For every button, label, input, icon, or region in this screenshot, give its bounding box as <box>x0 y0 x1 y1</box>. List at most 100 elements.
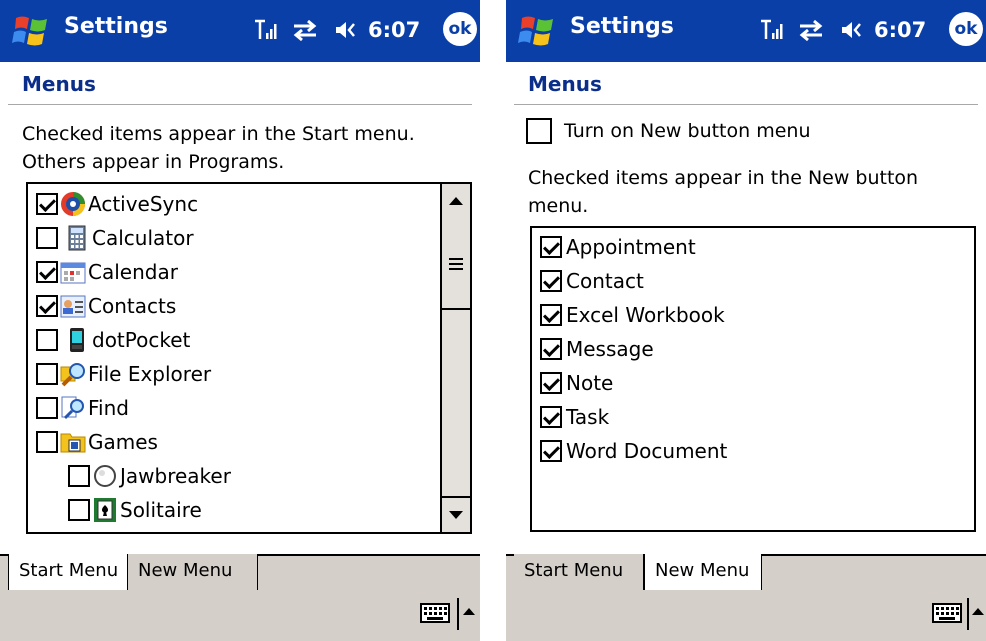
keyboard-icon[interactable] <box>420 602 450 624</box>
games-folder-icon <box>60 433 86 453</box>
menu-bar <box>0 590 480 641</box>
list-item[interactable]: File Explorer <box>36 358 211 390</box>
item-label: Excel Workbook <box>566 303 725 327</box>
list-item[interactable]: dotPocket <box>36 324 190 356</box>
clock[interactable]: 6:07 <box>368 18 420 42</box>
item-label: dotPocket <box>92 328 191 352</box>
list-item[interactable]: Excel Workbook <box>540 299 725 331</box>
item-label: Games <box>88 430 158 454</box>
file-explorer-icon <box>60 363 85 387</box>
list-item[interactable]: Games <box>36 426 158 458</box>
ok-button[interactable]: ok <box>949 12 983 46</box>
list-item[interactable]: Solitaire <box>68 494 202 526</box>
checkbox-jawbreaker[interactable] <box>68 465 90 487</box>
checkbox-note[interactable] <box>540 372 562 394</box>
clock[interactable]: 6:07 <box>874 18 926 42</box>
divider <box>967 598 969 630</box>
calculator-icon <box>68 225 86 251</box>
volume-icon[interactable] <box>332 18 358 42</box>
list-item[interactable]: Calendar <box>36 256 178 288</box>
tab-bar: Start Menu New Menu <box>0 554 480 592</box>
checkbox-task[interactable] <box>540 406 562 428</box>
tab-new-menu[interactable]: New Menu <box>128 554 258 590</box>
checkbox-activesync[interactable] <box>36 193 58 215</box>
grip-line <box>449 268 463 270</box>
list-item[interactable]: Contact <box>540 265 644 297</box>
option-label: Turn on New button menu <box>564 120 811 142</box>
scroll-up-button[interactable] <box>442 184 470 220</box>
list-item[interactable]: Word Document <box>540 435 727 467</box>
list-item[interactable]: ActiveSync <box>36 188 198 220</box>
tab-start-menu[interactable]: Start Menu <box>8 554 128 592</box>
checkbox-find[interactable] <box>36 397 58 419</box>
checkbox-calendar[interactable] <box>36 261 58 283</box>
list-item[interactable]: Appointment <box>540 231 696 263</box>
contacts-icon <box>60 295 86 318</box>
arrow-down-icon <box>449 511 463 519</box>
item-label: Jawbreaker <box>120 464 231 488</box>
list-item[interactable]: Message <box>540 333 654 365</box>
scroll-thumb[interactable] <box>442 218 470 310</box>
input-panel-toggle-icon[interactable] <box>463 608 475 615</box>
item-label: Word Document <box>566 439 728 463</box>
checkbox-appointment[interactable] <box>540 236 562 258</box>
divider <box>514 104 978 105</box>
list-item[interactable]: Note <box>540 367 613 399</box>
signal-strength-icon[interactable] <box>758 18 784 42</box>
tab-start-menu[interactable]: Start Menu <box>514 554 644 590</box>
find-icon <box>61 396 84 420</box>
checkbox-file-explorer[interactable] <box>36 363 58 385</box>
list-item[interactable]: Calculator <box>36 222 194 254</box>
windows-start-icon[interactable] <box>518 14 556 48</box>
input-panel-toggle-icon[interactable] <box>972 608 984 615</box>
item-label: Find <box>88 396 129 420</box>
dotpocket-icon <box>70 328 84 352</box>
checkbox-message[interactable] <box>540 338 562 360</box>
title-bar: Settings 6:07 ok <box>506 0 986 62</box>
volume-icon[interactable] <box>838 18 864 42</box>
app-title: Settings <box>570 14 674 39</box>
description-text: Checked items appear in the New button m… <box>528 167 919 217</box>
list-item[interactable]: Find <box>36 392 129 424</box>
checkbox-calculator[interactable] <box>36 227 58 249</box>
app-title: Settings <box>64 14 168 39</box>
list-item[interactable]: Contacts <box>36 290 176 322</box>
list-item[interactable]: Jawbreaker <box>68 460 231 492</box>
keyboard-icon[interactable] <box>932 602 962 624</box>
description-text: Checked items appear in the Start menu. … <box>22 123 415 173</box>
tab-bar: Start Menu New Menu <box>506 554 986 592</box>
title-bar: Settings 6:07 ok <box>0 0 480 62</box>
new-menu-settings-screen: Settings 6:07 ok Menus Turn on New butto… <box>506 0 986 641</box>
arrow-up-icon <box>449 197 463 205</box>
menu-bar <box>506 590 986 641</box>
ok-button[interactable]: ok <box>443 12 477 46</box>
divider <box>8 104 472 105</box>
checkbox-games[interactable] <box>36 431 58 453</box>
vertical-scrollbar[interactable] <box>440 184 470 532</box>
start-menu-settings-screen: Settings 6:07 ok Menus Checked items app… <box>0 0 480 641</box>
checkbox-excel-workbook[interactable] <box>540 304 562 326</box>
checkbox-solitaire[interactable] <box>68 499 90 521</box>
connectivity-icon[interactable] <box>798 18 824 42</box>
connectivity-icon[interactable] <box>292 18 318 42</box>
checkbox-word-document[interactable] <box>540 440 562 462</box>
checkbox-contacts[interactable] <box>36 295 58 317</box>
divider <box>457 598 459 630</box>
page-title: Menus <box>528 72 602 96</box>
tab-new-menu[interactable]: New Menu <box>644 554 762 592</box>
checkbox-dotpocket[interactable] <box>36 329 58 351</box>
status-area: 6:07 <box>252 16 420 44</box>
list-item[interactable]: Task <box>540 401 609 433</box>
item-label: Contact <box>566 269 644 293</box>
scroll-down-button[interactable] <box>442 496 470 532</box>
signal-strength-icon[interactable] <box>252 18 278 42</box>
item-label: Solitaire <box>120 498 202 522</box>
activesync-icon <box>61 192 85 216</box>
item-label: Calendar <box>88 260 178 284</box>
item-label: Task <box>566 405 610 429</box>
new-button-menu-option[interactable]: Turn on New button menu <box>526 118 811 144</box>
item-label: Note <box>566 371 614 395</box>
checkbox-contact[interactable] <box>540 270 562 292</box>
windows-start-icon[interactable] <box>12 14 50 48</box>
checkbox-turn-on-new-button-menu[interactable] <box>526 118 552 144</box>
